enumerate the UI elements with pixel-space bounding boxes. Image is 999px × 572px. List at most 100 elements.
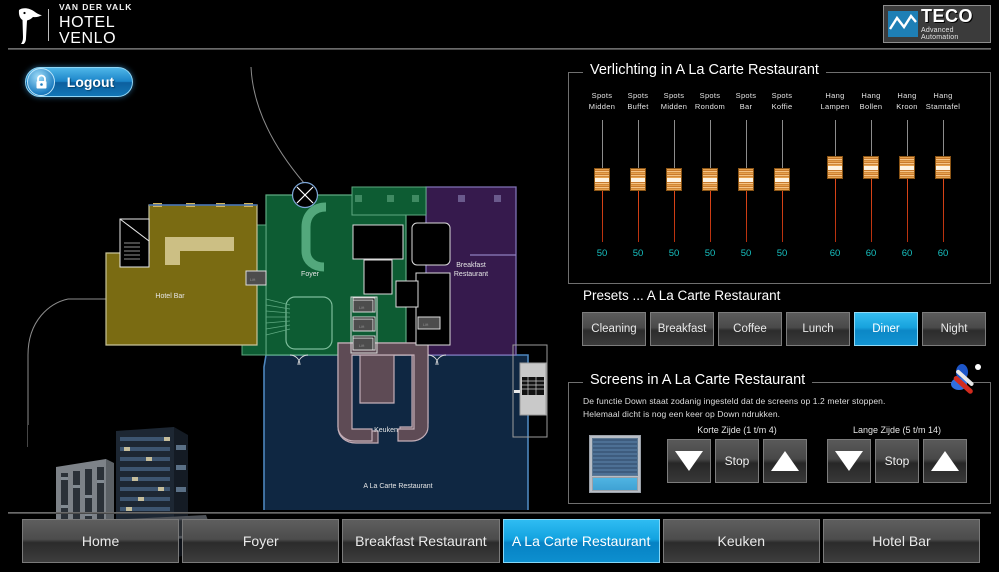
preset-button-diner[interactable]: Diner <box>854 312 918 346</box>
nav-tab-breakfast-restaurant[interactable]: Breakfast Restaurant <box>342 519 500 563</box>
light-slider-track-10[interactable] <box>923 119 963 242</box>
nav-tab-foyer[interactable]: Foyer <box>182 519 340 563</box>
triangle-down-icon <box>835 451 863 471</box>
light-slider-track-3[interactable] <box>654 119 694 242</box>
light-slider-handle-2[interactable] <box>630 167 646 191</box>
teco-logo: TECO Advanced Automation <box>883 5 991 43</box>
light-slider-track-4[interactable] <box>690 119 730 242</box>
light-slider-value-8: 60 <box>865 247 877 259</box>
screen-up-button-korte[interactable] <box>763 439 807 483</box>
light-slider-3[interactable]: Spots Midden 50 <box>654 91 694 259</box>
light-slider-handle-10[interactable] <box>935 155 951 179</box>
light-slider-value-3: 50 <box>668 247 680 259</box>
logout-button[interactable]: Logout <box>25 67 133 97</box>
light-slider-label-line1-2: Spots <box>627 91 649 100</box>
screen-group-label-lange: Lange Zijde (5 t/m 14) <box>852 425 942 435</box>
light-slider-track-upper-2 <box>637 119 639 172</box>
light-slider-handle-4[interactable] <box>702 167 718 191</box>
blind-window-opening <box>592 477 638 491</box>
light-slider-1[interactable]: Spots Midden 50 <box>582 91 622 259</box>
light-slider-track-upper-8 <box>870 119 872 160</box>
app-header: VAN DER VALK HOTEL VENLO TECO Advanced A… <box>0 0 999 50</box>
light-slider-value-10: 60 <box>937 247 949 259</box>
light-slider-track-lower-3 <box>673 190 675 242</box>
bottom-divider <box>8 512 991 514</box>
lighting-slider-row: Spots Midden 50 Spots Buffet 50 Spots Midden 50 S… <box>569 73 992 285</box>
screens-description-line1: De functie Down staat zodanig ingesteld … <box>583 396 886 406</box>
triangle-up-icon <box>931 451 959 471</box>
presets-panel: Presets ... A La Carte Restaurant Cleani… <box>568 288 991 356</box>
screens-description: De functie Down staat zodanig ingesteld … <box>583 395 885 421</box>
light-slider-5[interactable]: Spots Bar 50 <box>726 91 766 259</box>
light-slider-track-2[interactable] <box>618 119 658 242</box>
screen-down-button-lange[interactable] <box>827 439 871 483</box>
light-slider-label-line2-4: Rondom <box>694 101 726 111</box>
nav-tab-home[interactable]: Home <box>22 519 180 563</box>
preset-button-cleaning[interactable]: Cleaning <box>582 312 646 346</box>
light-slider-handle-3[interactable] <box>666 167 682 191</box>
preset-button-lunch[interactable]: Lunch <box>786 312 850 346</box>
brand-name-small: VAN DER VALK <box>58 2 133 13</box>
light-slider-handle-1[interactable] <box>594 167 610 191</box>
nav-tab-keuken[interactable]: Keuken <box>662 519 820 563</box>
light-slider-label-line1-4: Spots <box>699 91 721 100</box>
light-slider-label-4: Spots Rondom <box>690 91 730 113</box>
light-slider-value-6: 50 <box>776 247 788 259</box>
window-blind-icon <box>589 435 641 493</box>
light-slider-track-upper-4 <box>709 119 711 172</box>
preset-button-coffee[interactable]: Coffee <box>718 312 782 346</box>
light-slider-track-7[interactable] <box>815 119 855 242</box>
light-slider-6[interactable]: Spots Koffie 50 <box>762 91 802 259</box>
light-slider-handle-6[interactable] <box>774 167 790 191</box>
light-slider-track-lower-5 <box>745 190 747 242</box>
screen-stop-button-lange[interactable]: Stop <box>875 439 919 483</box>
light-slider-value-2: 50 <box>632 247 644 259</box>
light-slider-label-line1-3: Spots <box>663 91 685 100</box>
brand-text: VAN DER VALK HOTEL VENLO <box>59 3 170 47</box>
light-slider-label-line2-8: Bollen <box>859 101 883 111</box>
light-slider-label-line1-10: Hang <box>933 91 953 100</box>
light-slider-label-line2-1: Midden <box>588 101 616 111</box>
screen-group-lange-zijde: Lange Zijde (5 t/m 14) Stop <box>827 425 967 483</box>
screen-stop-button-korte[interactable]: Stop <box>715 439 759 483</box>
light-slider-8[interactable]: Hang Bollen 60 <box>851 91 891 259</box>
nav-tab-hotel-bar[interactable]: Hotel Bar <box>822 519 981 563</box>
screen-up-button-lange[interactable] <box>923 439 967 483</box>
tools-wrench-screwdriver-icon <box>951 364 981 394</box>
preset-button-breakfast[interactable]: Breakfast <box>650 312 714 346</box>
light-slider-track-5[interactable] <box>726 119 766 242</box>
light-slider-value-7: 60 <box>829 247 841 259</box>
teco-brand-name: TECO <box>921 6 974 26</box>
light-slider-handle-7[interactable] <box>827 155 843 179</box>
light-slider-label-line2-7: Lampen <box>820 101 850 111</box>
presets-title: Presets ... A La Carte Restaurant <box>583 288 781 303</box>
logout-label: Logout <box>66 74 115 90</box>
light-slider-label-3: Spots Midden <box>654 91 694 113</box>
light-slider-label-5: Spots Bar <box>726 91 766 113</box>
light-slider-track-9[interactable] <box>887 119 927 242</box>
light-slider-label-line2-2: Buffet <box>627 101 649 111</box>
light-slider-2[interactable]: Spots Buffet 50 <box>618 91 658 259</box>
light-slider-track-8[interactable] <box>851 119 891 242</box>
light-slider-track-1[interactable] <box>582 119 622 242</box>
svg-text:Lift: Lift <box>359 343 365 348</box>
light-slider-10[interactable]: Hang Stamtafel 60 <box>923 91 963 259</box>
screen-button-row-korte: Stop <box>667 439 807 483</box>
nav-tab-a-la-carte-restaurant[interactable]: A La Carte Restaurant <box>502 519 660 563</box>
screens-panel: Screens in A La Carte Restaurant De func… <box>568 364 991 504</box>
light-slider-handle-8[interactable] <box>863 155 879 179</box>
light-slider-handle-5[interactable] <box>738 167 754 191</box>
triangle-up-icon <box>771 451 799 471</box>
preset-button-night[interactable]: Night <box>922 312 986 346</box>
light-slider-handle-9[interactable] <box>899 155 915 179</box>
lighting-panel: Verlichting in A La Carte Restaurant Spo… <box>568 62 992 285</box>
light-slider-track-upper-9 <box>906 119 908 160</box>
light-slider-9[interactable]: Hang Kroon 60 <box>887 91 927 259</box>
screen-down-button-korte[interactable] <box>667 439 711 483</box>
light-slider-4[interactable]: Spots Rondom 50 <box>690 91 730 259</box>
light-slider-label-7: Hang Lampen <box>815 91 855 113</box>
brand-name-large: HOTEL VENLO <box>58 13 117 47</box>
light-slider-track-6[interactable] <box>762 119 802 242</box>
light-slider-7[interactable]: Hang Lampen 60 <box>815 91 855 259</box>
header-divider <box>8 48 991 50</box>
